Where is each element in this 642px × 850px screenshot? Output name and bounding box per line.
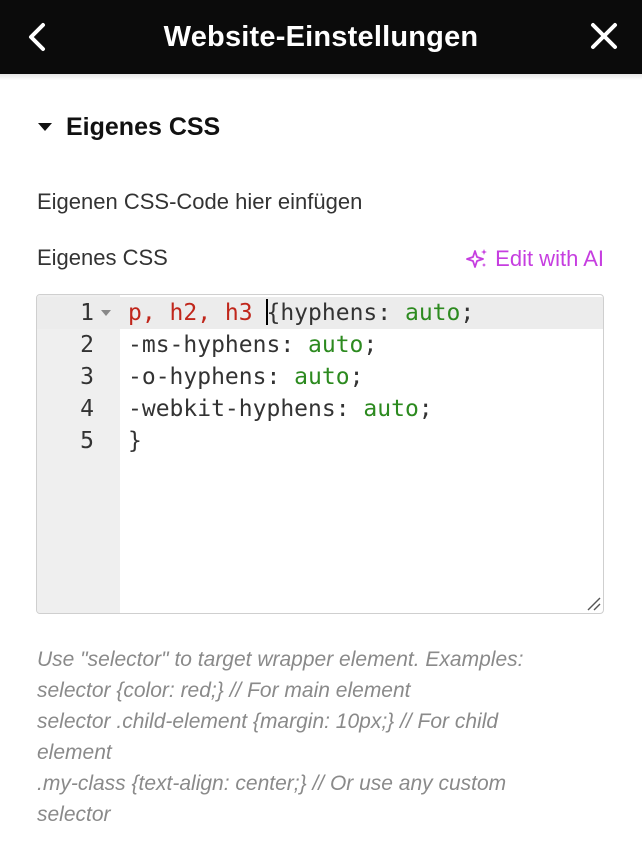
section-title: Eigenes CSS <box>66 112 221 141</box>
resize-handle-icon[interactable] <box>585 595 601 611</box>
code-value: auto <box>404 300 461 326</box>
line-number: 1 <box>80 300 94 326</box>
code-selector: p, h2, h3 <box>128 300 253 326</box>
code-property: -webkit-hyphens: <box>128 396 364 422</box>
line-number: 2 <box>80 332 94 358</box>
caret-down-icon <box>38 123 52 131</box>
code-punct: ; <box>349 364 364 390</box>
line-number: 3 <box>80 364 94 390</box>
edit-with-ai-button[interactable]: Edit with AI <box>465 244 604 274</box>
code-property: {hyphens: <box>266 300 405 326</box>
code-text: -webkit-hyphens: auto; <box>128 393 433 425</box>
line-number: 4 <box>80 396 94 422</box>
text-cursor <box>266 298 269 325</box>
back-button[interactable] <box>18 17 56 57</box>
css-help-text: Use "selector" to target wrapper element… <box>37 644 577 830</box>
code-line[interactable]: 2 -ms-hyphens: auto; <box>37 329 603 361</box>
code-text: -ms-hyphens: auto; <box>128 329 377 361</box>
code-text: p, h2, h3 {hyphens: auto; <box>128 297 474 329</box>
edit-with-ai-label: Edit with AI <box>495 246 604 271</box>
section-toggle-custom-css[interactable]: Eigenes CSS <box>36 110 220 144</box>
help-line: Use "selector" to target wrapper element… <box>37 648 524 671</box>
page-title: Website-Einstellungen <box>163 20 479 53</box>
code-property: } <box>128 428 142 454</box>
close-icon <box>591 23 617 49</box>
code-value: auto <box>363 396 419 422</box>
code-text: -o-hyphens: auto; <box>128 361 363 393</box>
code-line[interactable]: 4 -webkit-hyphens: auto; <box>37 393 603 425</box>
css-field-label: Eigenes CSS <box>37 245 168 270</box>
code-line[interactable]: 5 } <box>37 425 603 457</box>
code-punct: ; <box>418 396 433 422</box>
code-property: -ms-hyphens: <box>128 332 309 358</box>
help-line: selector .child-element {margin: 10px;} … <box>37 710 499 764</box>
header-shadow <box>0 74 642 80</box>
chevron-left-icon <box>29 23 45 51</box>
help-line: .my-class {text-align: center;} // Or us… <box>37 772 507 826</box>
sparkle-icon <box>466 249 488 268</box>
close-button[interactable] <box>584 16 624 56</box>
section-description: Eigenen CSS-Code hier einfügen <box>37 189 363 214</box>
code-value: auto <box>308 332 364 358</box>
header-bar: Website-Einstellungen <box>0 0 642 74</box>
code-line[interactable]: 3 -o-hyphens: auto; <box>37 361 603 393</box>
line-number: 5 <box>80 428 94 454</box>
css-code-editor[interactable]: 1 p, h2, h3 {hyphens: auto; 2 -ms-hyphen… <box>36 294 604 614</box>
code-value: auto <box>294 364 350 390</box>
code-line[interactable]: 1 p, h2, h3 {hyphens: auto; <box>37 297 603 329</box>
help-line: selector {color: red;} // For main eleme… <box>37 679 411 702</box>
code-text: } <box>128 425 142 457</box>
code-punct: ; <box>460 300 475 326</box>
fold-arrow-icon[interactable] <box>101 310 111 316</box>
code-punct: ; <box>363 332 378 358</box>
code-property: -o-hyphens: <box>128 364 295 390</box>
